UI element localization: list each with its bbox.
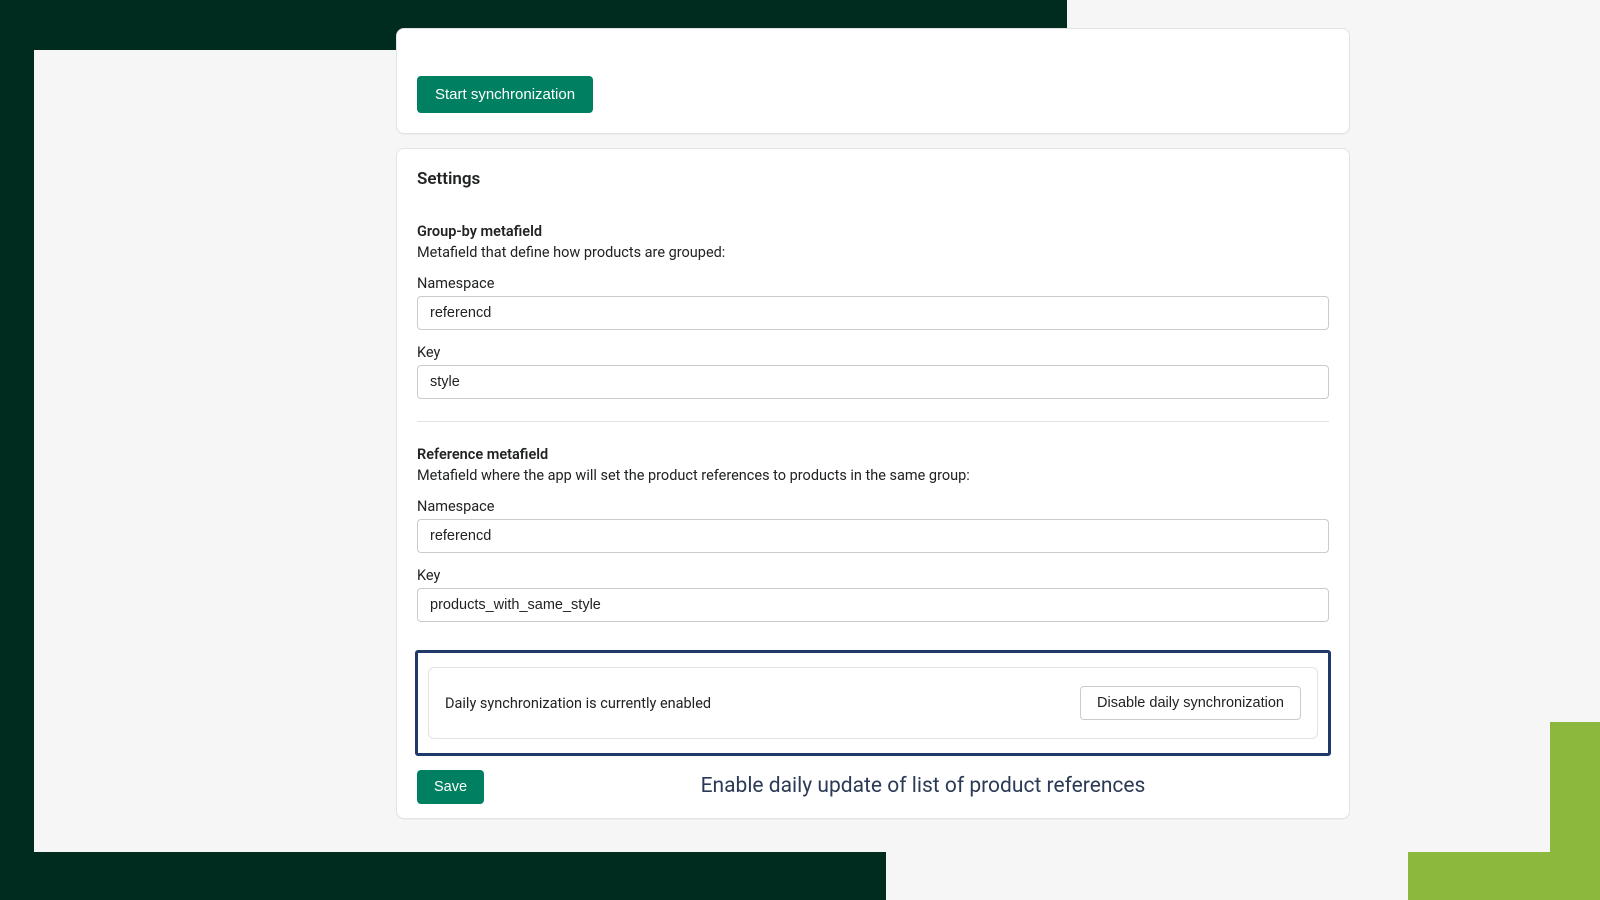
reference-namespace-input[interactable] bbox=[417, 519, 1329, 553]
settings-title: Settings bbox=[397, 169, 1349, 199]
daily-sync-highlight-box: Daily synchronization is currently enabl… bbox=[415, 650, 1331, 756]
daily-sync-panel: Daily synchronization is currently enabl… bbox=[428, 667, 1318, 739]
annotation-caption: Enable daily update of list of product r… bbox=[497, 774, 1349, 798]
group-by-description: Metafield that define how products are g… bbox=[417, 244, 1329, 261]
reference-description: Metafield where the app will set the pro… bbox=[417, 467, 1329, 484]
decoration-dark-side bbox=[0, 0, 34, 852]
save-button[interactable]: Save bbox=[417, 770, 484, 804]
reference-namespace-label: Namespace bbox=[417, 498, 1329, 515]
divider bbox=[417, 421, 1329, 422]
daily-sync-status: Daily synchronization is currently enabl… bbox=[445, 695, 711, 712]
reference-key-label: Key bbox=[417, 567, 1329, 584]
settings-body: Group-by metafield Metafield that define… bbox=[397, 223, 1349, 622]
decoration-dark-bottom bbox=[0, 852, 886, 900]
group-by-key-input[interactable] bbox=[417, 365, 1329, 399]
group-by-key-label: Key bbox=[417, 344, 1329, 361]
start-sync-button[interactable]: Start synchronization bbox=[417, 76, 593, 113]
decoration-green-bottom bbox=[1408, 852, 1600, 900]
disable-daily-sync-button[interactable]: Disable daily synchronization bbox=[1080, 686, 1301, 720]
sync-card: Synchronization Start synchronization bbox=[396, 28, 1350, 134]
settings-card: Settings Group-by metafield Metafield th… bbox=[396, 148, 1350, 819]
reference-heading: Reference metafield bbox=[417, 446, 1329, 463]
group-by-heading: Group-by metafield bbox=[417, 223, 1329, 240]
group-by-namespace-input[interactable] bbox=[417, 296, 1329, 330]
group-by-namespace-label: Namespace bbox=[417, 275, 1329, 292]
reference-key-input[interactable] bbox=[417, 588, 1329, 622]
